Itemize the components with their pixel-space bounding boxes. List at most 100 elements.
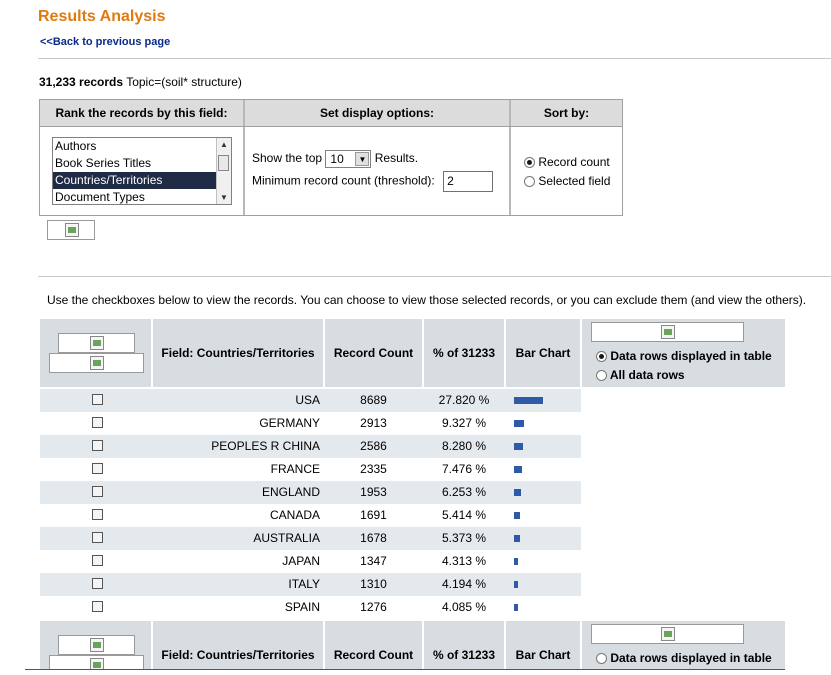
column-header-count: Record Count (333, 648, 414, 662)
row-checkbox[interactable] (92, 394, 103, 405)
record-count-cell: 1347 (360, 554, 387, 568)
rank-header: Rank the records by this field: (40, 100, 243, 126)
broken-image-icon (65, 223, 79, 237)
percent-cell: 4.313 % (441, 554, 487, 568)
record-count-cell: 2586 (360, 439, 387, 453)
percent-cell: 7.476 % (441, 462, 487, 476)
country-cell: CANADA (269, 508, 320, 522)
bar-chart-bar (514, 397, 543, 404)
country-cell: FRANCE (270, 462, 320, 476)
exclude-records-button[interactable] (49, 655, 144, 669)
data-rows-displayed-radio[interactable] (596, 653, 607, 665)
data-rows-displayed-label: Data rows displayed in table (610, 349, 772, 363)
sort-record-count-label: Record count (538, 155, 610, 169)
chevron-down-icon[interactable]: ▼ (355, 152, 370, 166)
table-row: AUSTRALIA 1678 5.373 % (40, 527, 581, 550)
column-header-field: Field: Countries/Territories (161, 648, 315, 662)
field-option[interactable]: Countries/Territories (53, 172, 231, 189)
percent-cell: 5.414 % (441, 508, 487, 522)
table-row: SPAIN 1276 4.085 % (40, 596, 581, 619)
sort-record-count-radio[interactable] (524, 157, 535, 169)
row-checkbox[interactable] (92, 440, 103, 451)
country-cell: GERMANY (259, 416, 320, 430)
row-checkbox[interactable] (92, 509, 103, 520)
row-checkbox[interactable] (92, 463, 103, 474)
percent-cell: 8.280 % (441, 439, 487, 453)
table-row: CANADA 1691 5.414 % (40, 504, 581, 527)
data-rows-displayed-label: Data rows displayed in table (610, 651, 772, 665)
percent-cell: 9.327 % (441, 416, 487, 430)
table-header: Field: Countries/Territories Record Coun… (40, 319, 785, 387)
data-rows-displayed-radio[interactable] (596, 351, 607, 363)
country-cell: ITALY (288, 577, 320, 591)
bar-chart-bar (514, 443, 523, 450)
field-option[interactable]: Document Types (53, 189, 231, 204)
sort-header: Sort by: (511, 100, 622, 126)
row-checkbox[interactable] (92, 601, 103, 612)
country-cell: PEOPLES R CHINA (211, 439, 320, 453)
table-row: USA 8689 27.820 % (40, 389, 581, 412)
percent-cell: 4.085 % (441, 600, 487, 614)
view-records-button[interactable] (58, 635, 135, 655)
field-option[interactable]: Book Series Titles (53, 155, 231, 172)
bottom-rule (25, 669, 785, 670)
bar-chart-bar (514, 604, 518, 611)
country-cell: AUSTRALIA (253, 531, 320, 545)
scroll-thumb[interactable] (218, 155, 229, 171)
row-checkbox[interactable] (92, 486, 103, 497)
country-cell: JAPAN (282, 554, 320, 568)
column-header-count: Record Count (333, 346, 414, 360)
bar-chart-bar (514, 489, 521, 496)
scroll-down-icon[interactable]: ▼ (220, 193, 228, 202)
column-header-bar: Bar Chart (515, 648, 571, 662)
record-count-cell: 2335 (360, 462, 387, 476)
analyze-button[interactable] (47, 220, 95, 240)
view-records-button[interactable] (58, 333, 135, 353)
save-to-file-button[interactable] (591, 322, 744, 342)
results-label: Results. (374, 151, 419, 166)
row-checkbox[interactable] (92, 578, 103, 589)
topic-query: Topic=(soil* structure) (126, 75, 242, 89)
analysis-options-panel: Rank the records by this field: Set disp… (39, 99, 623, 216)
save-to-file-button[interactable] (591, 624, 744, 644)
column-header-percent: % of 31233 (432, 648, 496, 662)
broken-image-icon (90, 658, 104, 669)
country-cell: SPAIN (284, 600, 320, 614)
row-checkbox[interactable] (92, 417, 103, 428)
column-header-field: Field: Countries/Territories (161, 346, 315, 360)
table-row: ENGLAND 1953 6.253 % (40, 481, 581, 504)
back-link[interactable]: <<Back to previous page (40, 36, 170, 48)
column-header-percent: % of 31233 (432, 346, 496, 360)
percent-cell: 4.194 % (441, 577, 487, 591)
listbox-scrollbar[interactable]: ▲ ▼ (216, 138, 231, 204)
column-header-bar: Bar Chart (515, 346, 571, 360)
bar-chart-bar (514, 581, 518, 588)
record-count-cell: 1953 (360, 485, 387, 499)
rank-field-listbox[interactable]: Authors Book Series Titles Countries/Terri… (52, 137, 232, 205)
row-checkbox[interactable] (92, 532, 103, 543)
bar-chart-bar (514, 466, 522, 473)
record-count-cell: 8689 (360, 393, 387, 407)
exclude-records-button[interactable] (49, 353, 144, 373)
percent-cell: 5.373 % (441, 531, 487, 545)
all-data-rows-label: All data rows (609, 368, 685, 382)
broken-image-icon (90, 638, 104, 652)
show-top-select[interactable]: 10 ▼ (325, 150, 372, 168)
broken-image-icon (661, 627, 675, 641)
sort-selected-field-radio[interactable] (524, 176, 535, 188)
results-summary: 31,233 records Topic=(soil* structure) (39, 75, 242, 89)
table-row: PEOPLES R CHINA 2586 8.280 % (40, 435, 581, 458)
scroll-up-icon[interactable]: ▲ (220, 140, 228, 149)
record-count-cell: 2913 (360, 416, 387, 430)
table-footer-header: Field: Countries/Territories Record Coun… (40, 621, 785, 669)
record-count-cell: 1310 (360, 577, 387, 591)
country-cell: USA (295, 393, 320, 407)
record-count-cell: 1276 (360, 600, 387, 614)
field-option[interactable]: Authors (53, 138, 231, 155)
table-row: GERMANY 2913 9.327 % (40, 412, 581, 435)
instructions-text: Use the checkboxes below to view the rec… (47, 293, 807, 307)
all-data-rows-radio[interactable] (596, 370, 607, 382)
row-checkbox[interactable] (92, 555, 103, 566)
min-count-input[interactable]: 2 (443, 171, 494, 192)
bar-chart-bar (514, 535, 520, 542)
